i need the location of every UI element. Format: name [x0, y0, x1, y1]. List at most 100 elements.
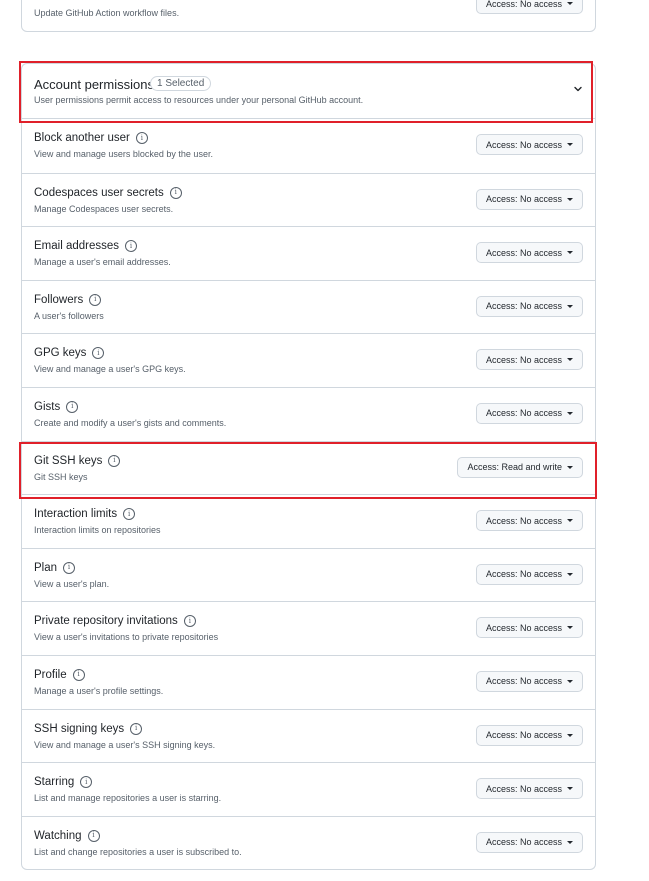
caret-down-icon	[567, 840, 573, 844]
permission-name-line: Email addresses i	[34, 240, 138, 253]
permission-name: SSH signing keys	[34, 722, 125, 735]
info-icon[interactable]: i	[135, 132, 148, 144]
access-label: Access: No access	[485, 408, 562, 419]
info-icon[interactable]: i	[89, 293, 102, 306]
permission-row-watching: Watching i List and change repositories a …	[22, 815, 595, 869]
info-icon[interactable]: i	[125, 240, 138, 253]
info-icon[interactable]: i	[63, 561, 76, 574]
access-dropdown-button[interactable]: Access: No access	[475, 295, 583, 317]
permission-description: List and manage repositories a user is s…	[34, 793, 222, 804]
access-label: Access: No access	[485, 194, 562, 205]
access-dropdown-button[interactable]: Access: No access	[475, 402, 583, 424]
permissions-list: Block another user i View and manage users…	[21, 119, 596, 870]
info-icon[interactable]: i	[123, 508, 136, 521]
permission-description: Interaction limits on repositories	[34, 525, 161, 536]
permission-name: Starring	[34, 776, 75, 789]
info-icon[interactable]: i	[66, 400, 79, 413]
permission-name: Gists	[34, 400, 61, 413]
permission-description: Manage a user's email addresses.	[34, 257, 171, 268]
caret-down-icon	[567, 572, 573, 576]
caret-down-icon	[567, 197, 573, 201]
permission-row-plan: Plan i View a user's plan. Access: No acces…	[22, 547, 595, 602]
access-dropdown-button[interactable]: Access: No access	[475, 510, 583, 532]
permission-row-workflows: Update GitHub Action workflow files. Acc…	[21, 0, 596, 32]
access-dropdown-button[interactable]: Access: No access	[475, 134, 583, 155]
access-dropdown-button[interactable]: Access: No access	[475, 0, 583, 14]
permission-name-line: Block another user i	[34, 132, 148, 144]
permission-name-line: GPG keys i	[34, 347, 105, 360]
access-dropdown-button[interactable]: Access: No access	[475, 349, 583, 371]
access-label: Access: No access	[485, 247, 562, 258]
permission-name: Private repository invitations	[34, 615, 178, 628]
access-label: Access: No access	[485, 676, 562, 687]
permission-name: Profile	[34, 668, 67, 681]
permission-row-git-ssh-keys: Git SSH keys i Git SSH keys Access: Read an…	[22, 440, 595, 495]
caret-down-icon	[567, 411, 573, 415]
permission-name-line: Profile i	[34, 668, 85, 681]
permission-name: Watching	[34, 829, 82, 842]
access-label: Access: No access	[485, 783, 562, 794]
access-dropdown-button[interactable]: Access: No access	[475, 617, 583, 639]
caret-down-icon	[567, 626, 573, 630]
selected-count-badge: 1 Selected	[150, 76, 212, 91]
access-label: Access: No access	[485, 622, 562, 633]
permission-description: Create and modify a user's gists and com…	[34, 417, 227, 428]
info-icon[interactable]: i	[183, 615, 196, 628]
access-dropdown-button[interactable]: Access: Read and write	[457, 456, 583, 478]
caret-down-icon	[567, 251, 573, 255]
account-permissions-header[interactable]: Account permissions 1 Selected User perm…	[21, 63, 596, 119]
caret-down-icon	[567, 679, 573, 683]
permission-row-codespaces-user-secrets: Codespaces user secrets i Manage Codespace…	[22, 172, 595, 227]
permission-row-gpg-keys: GPG keys i View and manage a user's GPG ke…	[22, 333, 595, 387]
caret-down-icon	[567, 2, 573, 5]
permission-name-line: Followers i	[34, 293, 102, 306]
info-icon[interactable]: i	[92, 347, 105, 360]
info-icon[interactable]: i	[87, 829, 100, 842]
permission-name-line: Watching i	[34, 829, 100, 842]
permission-name: Block another user	[34, 132, 130, 144]
permission-row-interaction-limits: Interaction limits i Interaction limits on…	[22, 494, 595, 548]
info-icon[interactable]: i	[108, 454, 121, 467]
access-dropdown-button[interactable]: Access: No access	[475, 778, 583, 800]
permission-description: Manage Codespaces user secrets.	[34, 203, 174, 214]
caret-down-icon	[567, 787, 573, 791]
access-label: Access: No access	[485, 354, 562, 365]
permission-name: GPG keys	[34, 347, 87, 360]
section-description: User permissions permit access to resour…	[34, 95, 364, 105]
permission-description: List and change repositories a user is s…	[34, 846, 242, 857]
access-dropdown-button[interactable]: Access: No access	[475, 242, 583, 264]
access-label: Access: No access	[485, 139, 562, 150]
access-label: Access: No access	[485, 301, 562, 312]
permission-name: Interaction limits	[34, 508, 118, 521]
access-label: Access: No access	[485, 515, 562, 526]
info-icon[interactable]: i	[72, 668, 85, 681]
permission-row-block-another-user: Block another user i View and manage users…	[22, 119, 595, 173]
info-icon[interactable]: i	[169, 186, 182, 199]
permission-description: Git SSH keys	[34, 471, 88, 482]
permission-name-line: Gists i	[34, 400, 79, 413]
chevron-down-icon[interactable]	[573, 84, 583, 94]
permission-description: A user's followers	[34, 310, 104, 321]
permission-row-ssh-signing-keys: SSH signing keys i View and manage a user'…	[22, 708, 595, 763]
section-title: Account permissions	[34, 77, 154, 92]
permission-row-starring: Starring i List and manage repositories a …	[22, 762, 595, 816]
permission-name-line: Interaction limits i	[34, 508, 136, 521]
permission-name-line: SSH signing keys i	[34, 722, 143, 735]
info-icon[interactable]: i	[80, 776, 93, 789]
caret-down-icon	[567, 519, 573, 523]
access-dropdown-button[interactable]: Access: No access	[475, 563, 583, 585]
permission-row-private-repository-invitations: Private repository invitations i View a us…	[22, 601, 595, 655]
access-dropdown-button[interactable]: Access: No access	[475, 831, 583, 853]
access-dropdown-button[interactable]: Access: No access	[475, 188, 583, 210]
caret-down-icon	[567, 733, 573, 737]
permission-name: Git SSH keys	[34, 454, 103, 467]
permission-name: Email addresses	[34, 240, 120, 253]
permission-row-gists: Gists i Create and modify a user's gists a…	[22, 386, 595, 441]
permission-row-followers: Followers i A user's followers Access: No a…	[22, 279, 595, 334]
permission-description: View a user's invitations to private rep…	[34, 632, 219, 643]
info-icon[interactable]: i	[130, 722, 143, 735]
caret-down-icon	[567, 358, 573, 362]
access-dropdown-button[interactable]: Access: No access	[475, 670, 583, 692]
permission-name: Codespaces user secrets	[34, 186, 164, 199]
access-dropdown-button[interactable]: Access: No access	[475, 724, 583, 746]
